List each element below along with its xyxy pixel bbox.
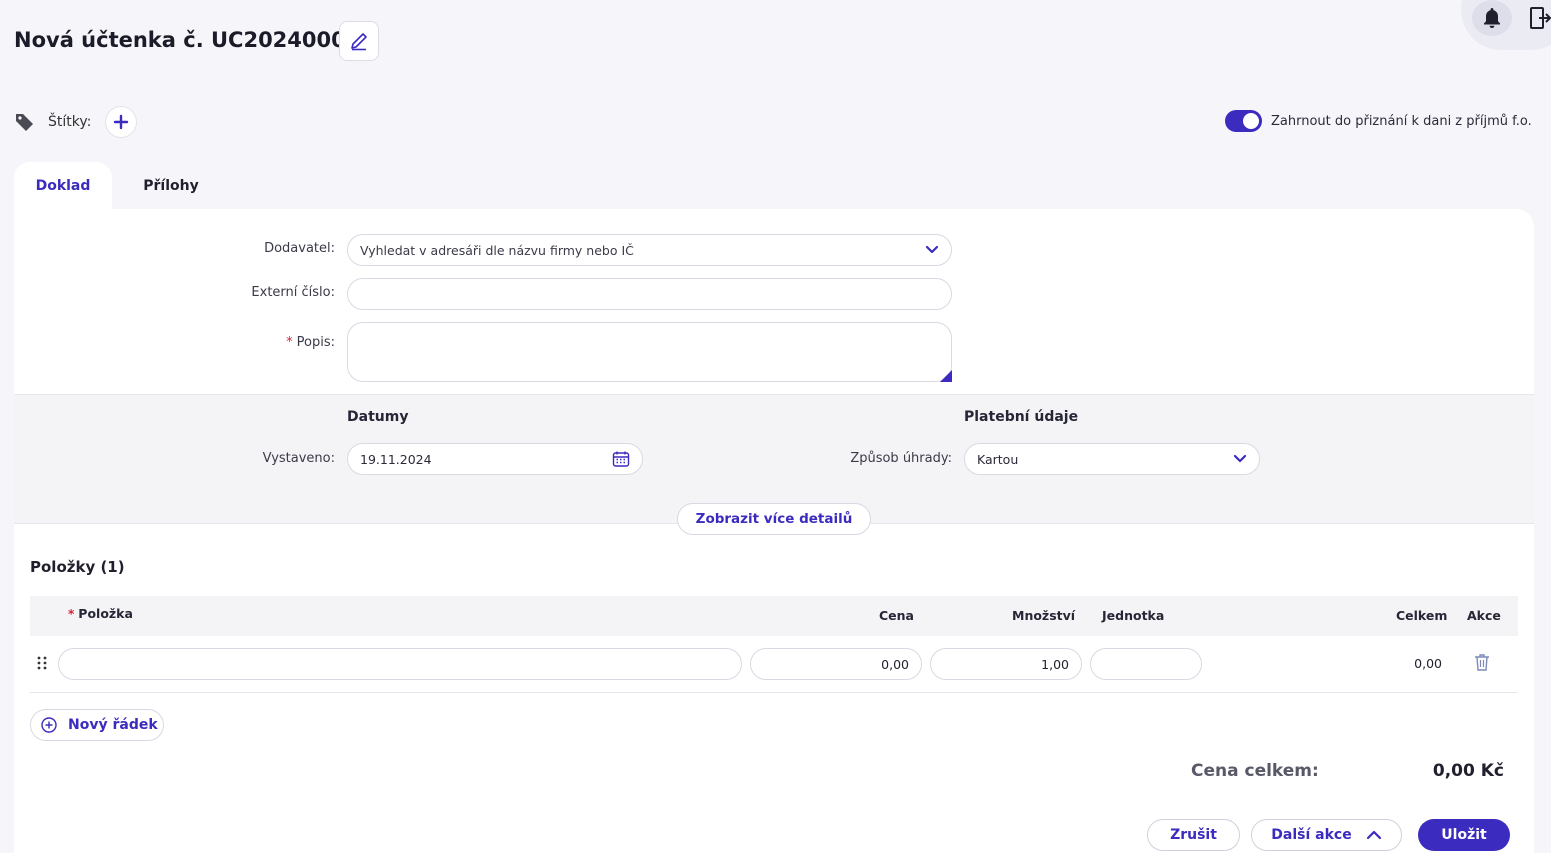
tax-return-toggle-label: Zahrnout do přiznání k dani z příjmů f.o… [1271,113,1532,129]
tax-return-toggle-row: Zahrnout do přiznání k dani z příjmů f.o… [1225,110,1532,132]
issued-date-value: 19.11.2024 [360,451,432,467]
tab-prilohy[interactable]: Přílohy [120,162,222,210]
more-actions-button[interactable]: Další akce [1251,819,1402,851]
item-name-input[interactable] [58,648,742,680]
new-row-button[interactable]: Nový řádek [30,709,164,741]
supplier-label: Dodavatel: [264,241,335,256]
page-title: Nová účtenka č. UC20240008 [14,28,361,52]
bell-icon [1484,8,1500,28]
item-price-input[interactable]: 0,00 [750,648,922,680]
item-quantity-input[interactable]: 1,00 [930,648,1082,680]
item-total-value: 0,00 [1414,656,1442,671]
pencil-icon [351,33,367,51]
column-header-item-label: Položka [78,606,133,621]
dates-section-title: Datumy [347,409,409,425]
description-label-wrap: * Popis: [135,335,335,350]
required-mark: * [286,335,293,350]
external-number-input[interactable] [347,278,952,310]
item-unit-input[interactable] [1090,648,1202,680]
save-button[interactable]: Uložit [1418,819,1510,851]
calendar-icon[interactable] [612,450,630,468]
payment-method-value: Kartou [977,451,1019,467]
tags-label: Štítky: [48,114,92,130]
tag-icon [16,114,33,131]
payment-method-select[interactable]: Kartou [964,443,1260,475]
external-number-label: Externí číslo: [251,285,335,300]
issued-date-input[interactable]: 19.11.2024 [347,443,643,475]
items-table-header: * Položka Cena Množství Jednotka Celkem A… [30,596,1518,636]
column-header-unit: Jednotka [1102,608,1165,623]
column-header-total: Celkem [1396,608,1448,623]
tab-doklad[interactable]: Doklad [14,162,112,210]
column-header-quantity: Množství [1012,608,1076,623]
chevron-down-icon [925,245,939,254]
show-more-details-button[interactable]: Zobrazit více detailů [677,503,871,535]
chevron-up-icon [1366,830,1381,840]
description-textarea[interactable] [347,322,952,382]
column-header-item: * Položka [68,606,133,621]
tags-row: Štítky: [14,106,138,138]
supplier-select[interactable]: Vyhledat v adresáři dle názvu firmy nebo… [347,234,952,266]
tax-return-toggle[interactable] [1225,110,1262,132]
required-mark: * [68,607,75,621]
chevron-down-icon [1233,454,1247,463]
drag-handle-icon[interactable] [36,655,48,671]
more-actions-label: Další akce [1271,827,1352,843]
add-tag-button[interactable] [105,106,138,138]
delete-row-icon[interactable] [1474,653,1490,671]
resize-handle-icon[interactable] [940,370,952,382]
row-divider [30,692,1518,693]
column-header-actions: Akce [1467,608,1501,623]
logout-icon [1530,7,1551,29]
total-price-label: Cena celkem: [1191,761,1319,781]
supplier-placeholder: Vyhledat v adresáři dle názvu firmy nebo… [360,242,634,258]
items-title: Položky (1) [30,558,125,576]
plus-icon [114,114,129,130]
toggle-knob [1243,113,1259,129]
description-label: Popis: [296,335,335,350]
total-price-value: 0,00 Kč [1432,761,1504,781]
notifications-button[interactable] [1472,0,1512,36]
new-row-label: Nový řádek [68,717,158,733]
page: Nová účtenka č. UC20240008 Štítky: Zahrn… [0,0,1551,853]
issued-label: Vystaveno: [262,451,335,466]
column-header-price: Cena [879,608,914,623]
payment-section-title: Platební údaje [964,409,1079,425]
plus-circle-icon [41,717,57,733]
cancel-button[interactable]: Zrušit [1147,819,1240,851]
edit-title-button[interactable] [339,21,379,61]
payment-method-label: Způsob úhrady: [850,451,952,466]
